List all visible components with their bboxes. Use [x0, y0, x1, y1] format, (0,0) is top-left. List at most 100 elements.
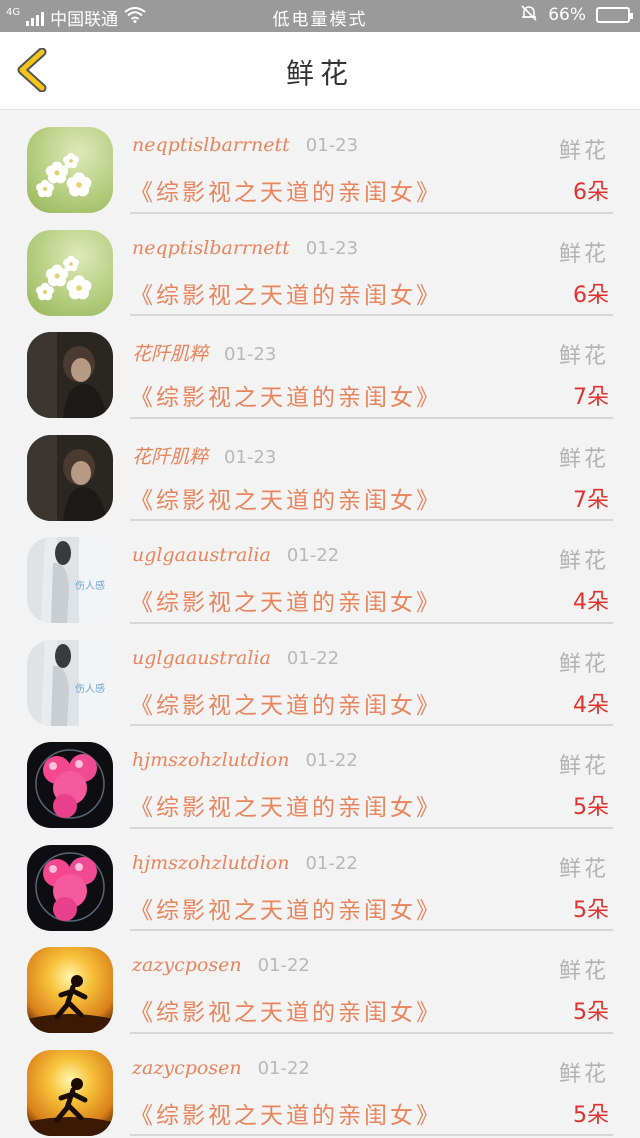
list-item[interactable]: neqptislbarrnett 01-23 鲜花《综影视之天道的亲闺女》 6朵: [0, 111, 640, 214]
gift-count: 4朵: [573, 590, 609, 615]
username-text: neqptislbarrnett: [132, 236, 290, 259]
gift-type: 鲜花: [558, 446, 609, 472]
gift-count: 6朵: [573, 180, 609, 205]
battery-percent: 66%: [548, 5, 586, 25]
list-item[interactable]: zazycposen 01-22 鲜花《综影视之天道的亲闺女》 5朵: [0, 931, 640, 1034]
username-text: hjmszohzlutdion: [132, 749, 290, 771]
list-item[interactable]: 伤人感 uglgaaustralia 01-22 鲜花《综影视之天道的亲闺女》 4朵: [0, 624, 640, 726]
svg-text:伤人感: 伤人感: [75, 682, 105, 695]
username-text: hjmszohzlutdion: [132, 851, 290, 874]
avatar[interactable]: [27, 742, 113, 828]
status-right: 66%: [520, 4, 633, 26]
username[interactable]: 花阡肌粹 01-23: [132, 442, 276, 469]
gift-type: 鲜花: [558, 959, 609, 984]
gift-date: 01-23: [224, 344, 277, 365]
gift-type: 鲜花: [558, 856, 609, 882]
list-item-info: hjmszohzlutdion 01-22 鲜花《综影视之天道的亲闺女》 5朵: [130, 726, 613, 829]
gift-date: 01-22: [257, 1057, 310, 1079]
book-title[interactable]: 《综影视之天道的亲闺女》: [130, 173, 442, 207]
username[interactable]: uglgaaustralia 01-22: [132, 544, 339, 566]
gift-type: 鲜花: [558, 1061, 609, 1087]
gift-date: 01-22: [286, 647, 340, 669]
avatar[interactable]: [27, 844, 113, 931]
list-item-info: 花阡肌粹 01-23 鲜花《综影视之天道的亲闺女》 7朵: [130, 316, 613, 419]
username[interactable]: zazycposen 01-22: [132, 954, 310, 976]
gift-count: 5朵: [573, 795, 609, 820]
list-item-info: 花阡肌粹 01-23 鲜花《综影视之天道的亲闺女》 7朵: [130, 419, 613, 521]
book-title[interactable]: 《综影视之天道的亲闺女》: [130, 481, 442, 515]
avatar[interactable]: 伤人感: [27, 537, 113, 623]
list-item-info: zazycposen 01-22 鲜花《综影视之天道的亲闺女》 5朵: [130, 931, 613, 1034]
list-item[interactable]: zazycposen 01-22 鲜花《综影视之天道的亲闺女》 5朵: [0, 1034, 640, 1136]
gift-count: 5朵: [573, 1102, 609, 1128]
gift-count: 5朵: [573, 1000, 609, 1025]
username-text: uglgaaustralia: [132, 646, 271, 669]
list-item-info: uglgaaustralia 01-22 鲜花《综影视之天道的亲闺女》 4朵: [130, 521, 613, 624]
svg-text:伤人感: 伤人感: [75, 579, 105, 592]
gift-date: 01-22: [305, 852, 358, 874]
gift-count: 4朵: [573, 692, 609, 718]
avatar[interactable]: 伤人感: [27, 639, 113, 726]
gift-type: 鲜花: [558, 549, 609, 574]
list-item-info: uglgaaustralia 01-22 鲜花《综影视之天道的亲闺女》 4朵: [130, 624, 613, 726]
gift-date: 01-23: [305, 237, 359, 259]
gift-date: 01-22: [286, 545, 340, 566]
avatar[interactable]: [27, 947, 113, 1033]
username[interactable]: neqptislbarrnett 01-23: [132, 237, 358, 259]
gift-date: 01-22: [257, 955, 310, 976]
avatar[interactable]: [27, 229, 113, 316]
avatar[interactable]: [27, 434, 113, 521]
flower-record-list: neqptislbarrnett 01-23 鲜花 《综影视之天道的亲闺女》 6朵 neq…: [0, 111, 640, 1136]
list-item-info: hjmszohzlutdion 01-22 鲜花《综影视之天道的亲闺女》 5朵: [130, 829, 613, 931]
avatar[interactable]: [27, 1049, 113, 1136]
book-title[interactable]: 《综影视之天道的亲闺女》: [130, 276, 442, 310]
gift-type: 鲜花: [558, 344, 609, 369]
gift-count: 7朵: [573, 385, 609, 410]
gift-type: 鲜花: [558, 651, 609, 677]
username[interactable]: uglgaaustralia 01-22: [132, 647, 339, 669]
list-item[interactable]: hjmszohzlutdion 01-22 鲜花《综影视之天道的亲闺女》 5朵: [0, 726, 640, 829]
list-item[interactable]: 花阡肌粹 01-23 鲜花《综影视之天道的亲闺女》 7朵: [0, 316, 640, 419]
gift-type: 鲜花: [558, 139, 609, 164]
username-text: zazycposen: [132, 954, 242, 976]
gift-date: 01-22: [305, 750, 358, 771]
book-title[interactable]: 《综影视之天道的亲闺女》: [130, 686, 442, 720]
gift-date: 01-23: [305, 135, 359, 156]
username-text: zazycposen: [132, 1056, 242, 1079]
username-text: 花阡肌粹: [132, 343, 209, 365]
username[interactable]: 花阡肌粹 01-23: [132, 339, 276, 366]
avatar[interactable]: [27, 127, 113, 213]
username[interactable]: hjmszohzlutdion 01-22: [132, 852, 358, 874]
bell-mute-icon: [520, 4, 538, 26]
username[interactable]: zazycposen 01-22: [132, 1057, 310, 1079]
app-header: 鲜花: [0, 32, 640, 110]
username-text: neqptislbarrnett: [132, 134, 290, 156]
username-text: 花阡肌粹: [132, 445, 209, 468]
gift-type: 鲜花: [558, 241, 609, 267]
page-title: 鲜花: [285, 57, 354, 90]
gift-type: 鲜花: [558, 754, 609, 779]
book-title[interactable]: 《综影视之天道的亲闺女》: [130, 788, 442, 822]
username[interactable]: hjmszohzlutdion 01-22: [132, 749, 358, 771]
gift-count: 7朵: [573, 487, 609, 513]
list-item-info: neqptislbarrnett 01-23 鲜花《综影视之天道的亲闺女》 6朵: [130, 111, 613, 214]
list-item[interactable]: neqptislbarrnett 01-23 鲜花《综影视之天道的亲闺女》 6朵: [0, 214, 640, 316]
book-title[interactable]: 《综影视之天道的亲闺女》: [130, 993, 442, 1027]
book-title[interactable]: 《综影视之天道的亲闺女》: [130, 583, 442, 617]
battery-icon: [596, 7, 633, 23]
gift-count: 6朵: [573, 282, 609, 308]
list-item[interactable]: 伤人感 uglgaaustralia 01-22 鲜花《综影视之天道的亲闺女》 4朵: [0, 521, 640, 624]
list-item-info: neqptislbarrnett 01-23 鲜花《综影视之天道的亲闺女》 6朵: [130, 214, 613, 316]
list-item-info: zazycposen 01-22 鲜花《综影视之天道的亲闺女》 5朵: [130, 1034, 613, 1136]
book-title[interactable]: 《综影视之天道的亲闺女》: [130, 1096, 442, 1130]
list-item[interactable]: 花阡肌粹 01-23 鲜花《综影视之天道的亲闺女》 7朵: [0, 419, 640, 521]
book-title[interactable]: 《综影视之天道的亲闺女》: [130, 891, 442, 925]
gift-date: 01-23: [224, 446, 277, 468]
list-item[interactable]: hjmszohzlutdion 01-22 鲜花《综影视之天道的亲闺女》 5朵: [0, 829, 640, 931]
gift-count: 5朵: [573, 897, 609, 923]
username-text: uglgaaustralia: [132, 544, 271, 566]
book-title[interactable]: 《综影视之天道的亲闺女》: [130, 378, 442, 412]
username[interactable]: neqptislbarrnett 01-23: [132, 134, 358, 156]
status-bar: 4G 中国联通 低电量模式 66%: [0, 0, 640, 32]
avatar[interactable]: [27, 332, 113, 418]
